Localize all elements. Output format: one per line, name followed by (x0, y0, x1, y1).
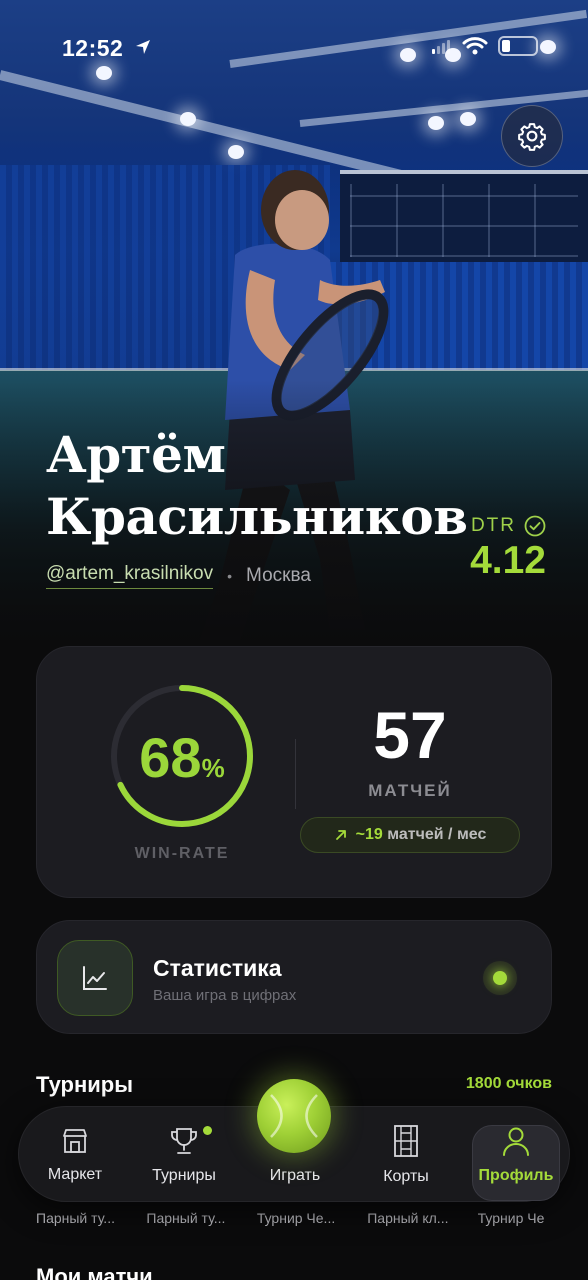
my-matches-section-title: Мои матчи (36, 1264, 153, 1280)
tournament-item[interactable]: Парный ту... (36, 1210, 146, 1226)
profile-first-name: Артём (46, 425, 226, 484)
tab-tournaments[interactable]: Турниры (134, 1107, 234, 1203)
wifi-icon (462, 37, 488, 55)
meta-separator: • (227, 568, 233, 584)
tab-courts[interactable]: Корты (356, 1107, 456, 1203)
tournaments-section-title: Турниры (36, 1072, 134, 1097)
matches-pace-badge: ~19 матчей / мес (300, 817, 520, 853)
profile-last-name: Красильников (46, 487, 468, 546)
profile-city: Москва (246, 565, 311, 586)
dtr-label: DTR (470, 515, 516, 536)
battery-icon (498, 36, 538, 56)
profile-meta: @artem_krasilnikov • Москва (46, 563, 311, 589)
stats-card: 68% WIN-RATE 57 МАТЧЕЙ ~19 матчей / мес (36, 646, 552, 898)
tab-label: Маркет (47, 1166, 103, 1183)
tournament-item[interactable]: Турнир Че (478, 1210, 588, 1226)
tennis-ball-icon[interactable] (257, 1079, 331, 1153)
tab-label: Играть (269, 1167, 321, 1184)
matches-label: МАТЧЕЙ (368, 781, 452, 800)
win-rate-value: 68% (107, 725, 257, 790)
user-icon (503, 1127, 529, 1156)
tournament-item[interactable]: Парный кл... (367, 1210, 477, 1226)
tab-label: Профиль (478, 1167, 554, 1184)
court-icon (394, 1125, 418, 1157)
store-icon (63, 1129, 87, 1153)
gear-icon (518, 123, 546, 151)
status-time: 12:52 (62, 35, 124, 61)
profile-name: Артём Красильников (46, 424, 468, 548)
tournament-list: Парный ту... Парный ту... Турнир Че... П… (36, 1210, 588, 1226)
win-rate-unit: % (201, 753, 225, 783)
signal-icon (432, 40, 450, 54)
matches-count: 57 (373, 698, 447, 772)
tab-label: Турниры (152, 1167, 216, 1184)
location-arrow-icon (136, 40, 150, 54)
statistics-subtitle: Ваша игра в цифрах (153, 987, 297, 1004)
win-rate-number: 68 (139, 726, 202, 789)
notification-dot (203, 1126, 212, 1135)
statistics-card[interactable]: Статистика Ваша игра в цифрах (36, 920, 552, 1034)
trophy-icon (171, 1128, 197, 1154)
settings-button[interactable] (501, 105, 563, 167)
pace-suffix: матчей / мес (387, 826, 487, 843)
dtr-value: 4.12 (470, 539, 546, 582)
tournaments-points: 1800 очков (465, 1075, 552, 1092)
status-bar: 12:52 (0, 30, 588, 66)
pace-value: ~19 (355, 826, 383, 843)
status-indicator-dot (483, 961, 517, 995)
profile-handle[interactable]: @artem_krasilnikov (46, 563, 214, 589)
tab-profile[interactable]: Профиль (466, 1107, 566, 1203)
line-chart-icon (83, 966, 107, 990)
tournament-item[interactable]: Парный ту... (146, 1210, 256, 1226)
stats-divider (295, 739, 296, 809)
verified-check-icon (524, 515, 546, 537)
tab-market[interactable]: Маркет (25, 1107, 125, 1203)
statistics-title: Статистика (153, 955, 282, 981)
dtr-rating: DTR 4.12 (470, 515, 546, 583)
tournament-item[interactable]: Турнир Че... (257, 1210, 367, 1226)
arrow-up-right-icon (335, 830, 346, 840)
tab-label: Корты (383, 1168, 429, 1185)
chart-icon-tile (57, 940, 133, 1016)
win-rate-label: WIN-RATE (134, 845, 230, 862)
